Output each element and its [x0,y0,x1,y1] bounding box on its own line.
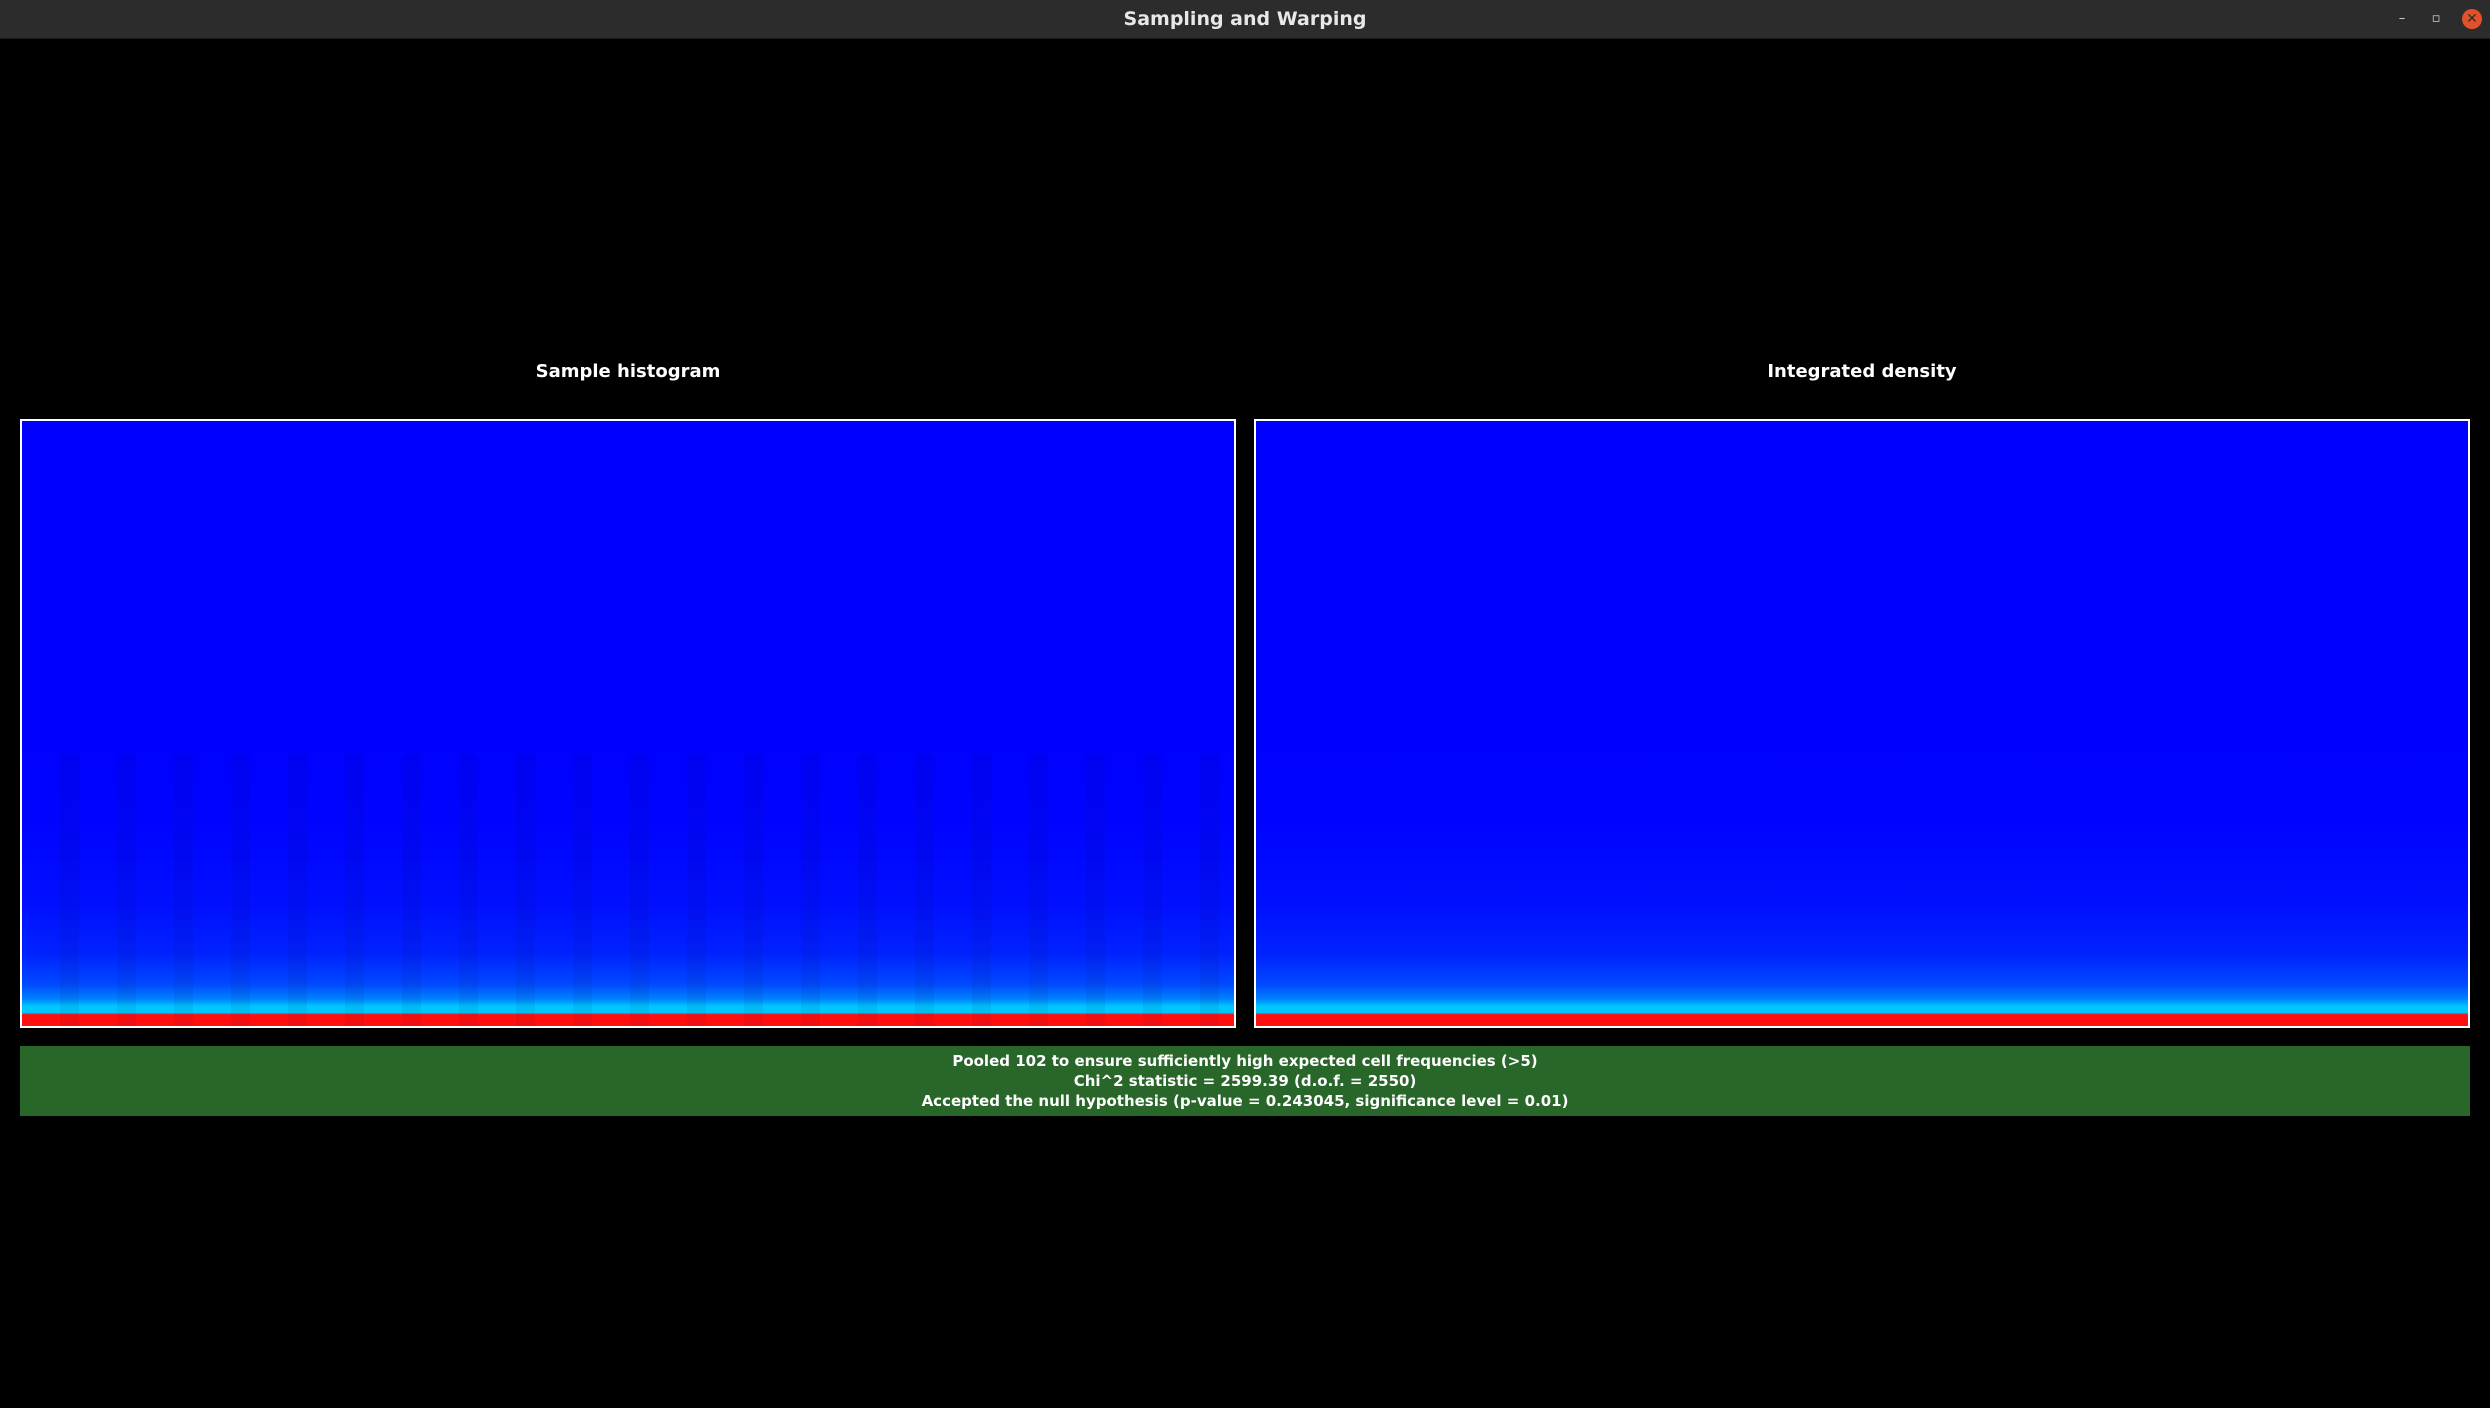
result-chi2-line: Chi^2 statistic = 2599.39 (d.o.f. = 2550… [1073,1072,1417,1090]
integrated-density-title: Integrated density [1767,361,1957,382]
sample-histogram-plot [20,419,1236,1028]
title-bar[interactable]: Sampling and Warping – ▫ ✕ [0,0,2490,39]
result-pooled-line: Pooled 102 to ensure sufficiently high e… [952,1052,1538,1070]
minimize-button[interactable]: – [2392,9,2412,29]
histogram-noise-overlay [22,753,1234,1026]
window-title: Sampling and Warping [1123,8,1367,30]
sample-histogram-title: Sample histogram [535,361,721,382]
result-hypothesis-line: Accepted the null hypothesis (p-value = … [921,1092,1569,1110]
test-result-banner: Pooled 102 to ensure sufficiently high e… [20,1046,2470,1116]
integrated-density-plot [1254,419,2470,1028]
app-window: Sampling and Warping – ▫ ✕ Sample histog… [0,0,2490,1408]
close-button[interactable]: ✕ [2462,9,2482,29]
restore-button[interactable]: ▫ [2426,9,2446,29]
